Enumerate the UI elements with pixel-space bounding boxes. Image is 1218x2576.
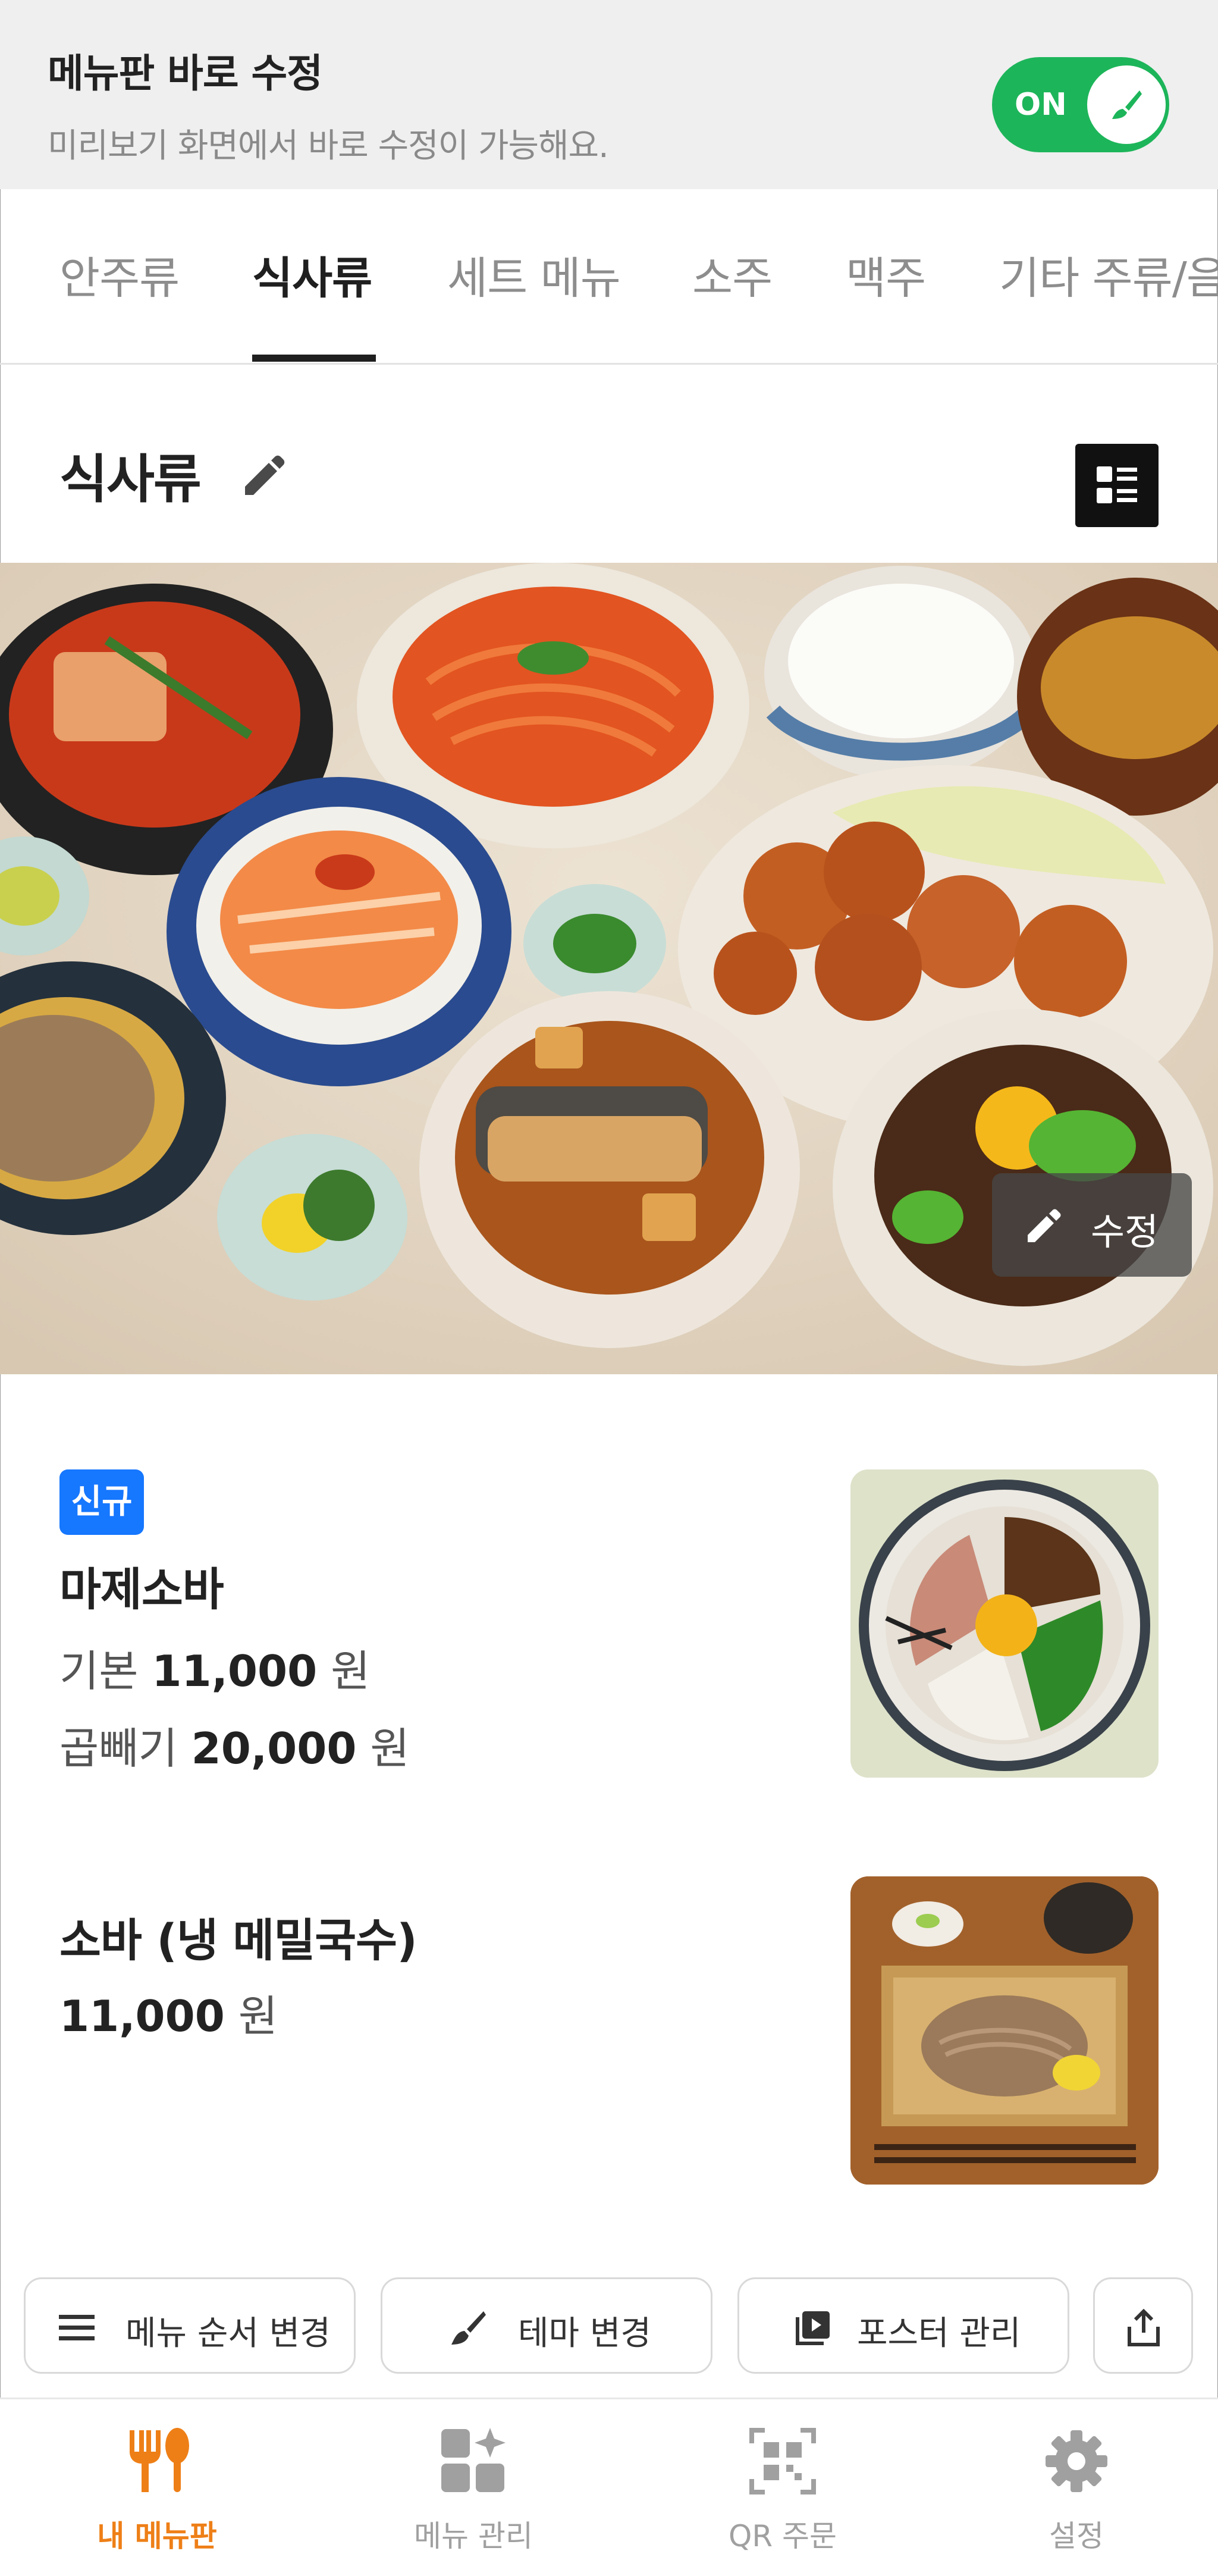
section-title: 식사류 [59,449,202,510]
fork-spoon-icon [130,2428,189,2492]
hero-image-edit-button[interactable]: 수정 [992,1173,1192,1277]
poster-manage-label: 포스터 관리 [857,2314,1021,2353]
banner-title: 메뉴판 바로 수정 [48,51,323,96]
mazesoba-photo [850,1469,1159,1778]
tab-set-menu[interactable]: 세트 메뉴 [447,243,621,306]
pencil-icon [1028,1209,1061,1242]
change-theme-button[interactable]: 테마 변경 [381,2277,712,2374]
price-unit: 원 [238,1991,278,2041]
nav-label: 설정 [1049,2519,1104,2553]
menu-item-price: 11,000 원 [59,1981,278,2044]
edit-mode-banner: 메뉴판 바로 수정 미리보기 화면에서 바로 수정이 가능해요. ON [0,0,1218,189]
menu-item-name[interactable]: 마제소바 [59,1553,224,1618]
reorder-list-icon [59,2315,95,2340]
reorder-menu-label: 메뉴 순서 변경 [125,2314,331,2353]
gear-icon [1046,2430,1107,2492]
nav-label: 내 메뉴판 [97,2519,217,2553]
menu-item-price: 기본 11,000 원 [59,1636,370,1698]
list-view-icon [1097,466,1137,503]
active-tab-indicator [252,355,376,362]
menu-item-name[interactable]: 소바 (냉 메밀국수) [59,1904,417,1969]
grid-sparkle-icon [441,2428,506,2492]
brush-icon [1112,90,1142,119]
tab-meals[interactable]: 식사류 [252,243,372,306]
reorder-menu-button[interactable]: 메뉴 순서 변경 [24,2277,356,2374]
nav-menu-manage[interactable]: 메뉴 관리 [321,2399,626,2576]
menu-item-thumbnail[interactable] [850,1469,1159,1778]
brush-icon [451,2311,486,2345]
edit-mode-toggle[interactable]: ON [992,57,1169,152]
nav-settings[interactable]: 설정 [924,2399,1218,2576]
hero-edit-label: 수정 [1091,1210,1159,1253]
nav-my-menu[interactable]: 내 메뉴판 [5,2399,309,2576]
menu-item-price: 곱빼기 20,000 원 [59,1713,410,1776]
poster-manage-button[interactable]: 포스터 관리 [737,2277,1069,2374]
list-view-toggle-button[interactable] [1075,444,1159,527]
share-button[interactable] [1093,2277,1193,2374]
tab-other-drinks[interactable]: 기타 주류/음 [999,243,1218,306]
share-icon [1128,2309,1160,2346]
price-amount: 11,000 [59,1991,225,2041]
tab-anju[interactable]: 안주류 [59,243,180,306]
price-option: 곱빼기 [59,1723,178,1773]
poster-icon [796,2311,830,2345]
menu-item-thumbnail[interactable] [850,1876,1159,2185]
tab-soju[interactable]: 소주 [692,243,773,306]
nav-qr-order[interactable]: QR 주문 [630,2399,935,2576]
tab-beer[interactable]: 맥주 [846,243,926,306]
new-badge: 신규 [59,1469,144,1535]
change-theme-label: 테마 변경 [518,2314,651,2353]
price-unit: 원 [370,1723,410,1773]
soba-photo [850,1876,1159,2185]
nav-label: QR 주문 [729,2519,837,2553]
price-option: 기본 [59,1646,139,1696]
banner-subtitle: 미리보기 화면에서 바로 수정이 가능해요. [48,127,609,165]
bottom-navigation: 내 메뉴판 메뉴 관리 QR 주문 설정 [0,2398,1218,2576]
price-amount: 20,000 [191,1723,357,1773]
toggle-knob [1087,65,1166,144]
toggle-label: ON [1015,87,1067,123]
qr-icon [749,2428,816,2494]
section-title-edit-icon[interactable] [237,450,290,506]
price-amount: 11,000 [152,1646,318,1696]
category-tabs: 안주류 식사류 세트 메뉴 소주 맥주 기타 주류/음 [0,189,1218,365]
nav-label: 메뉴 관리 [414,2519,533,2553]
price-unit: 원 [331,1646,371,1696]
